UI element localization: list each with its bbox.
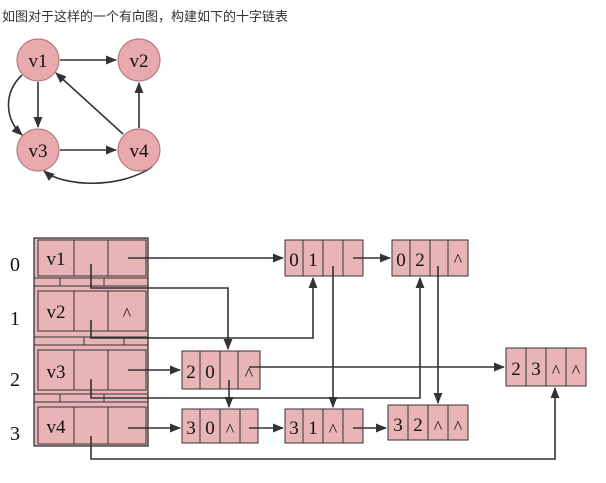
- directed-graph: v1 v2 v3 v4: [7, 38, 161, 184]
- svg-text:2: 2: [413, 415, 423, 436]
- vertex-v4-firstout-cell: [107, 406, 147, 445]
- arc-node-0-2: 0 2 ^: [391, 239, 469, 277]
- svg-text:v1: v1: [29, 51, 48, 72]
- graph-node-v2: v2: [117, 38, 161, 82]
- svg-text:1: 1: [308, 418, 318, 439]
- svg-text:1: 1: [308, 250, 318, 271]
- vertex-v1-label: v1: [47, 249, 66, 270]
- svg-text:0: 0: [205, 362, 215, 383]
- graph-node-v3: v3: [16, 128, 60, 172]
- graph-node-v1: v1: [16, 38, 60, 82]
- graph-node-v4: v4: [117, 128, 161, 172]
- svg-text:^: ^: [329, 420, 338, 440]
- row-index-0: 0: [10, 254, 20, 276]
- svg-text:v2: v2: [130, 51, 149, 72]
- arc-node-2-3: 2 3 ^ ^: [505, 347, 587, 387]
- row-indices: 0 1 2 3: [10, 254, 20, 445]
- graph-edge-v3-v1: [7, 74, 23, 136]
- svg-text:0: 0: [396, 250, 406, 271]
- svg-text:^: ^: [226, 420, 235, 440]
- row-index-3: 3: [10, 423, 20, 445]
- row-index-1: 1: [10, 308, 20, 330]
- vertex-v2-firstout-null: ^: [123, 304, 132, 324]
- svg-text:v3: v3: [29, 141, 48, 162]
- svg-text:3: 3: [186, 418, 196, 439]
- svg-text:^: ^: [434, 417, 443, 437]
- svg-text:2: 2: [511, 359, 521, 380]
- vertex-v2-label: v2: [47, 302, 66, 323]
- svg-text:3: 3: [289, 418, 299, 439]
- arc-node-3-2: 3 2 ^ ^: [387, 404, 469, 441]
- row-index-2: 2: [10, 369, 20, 391]
- svg-text:2: 2: [186, 362, 196, 383]
- svg-text:3: 3: [531, 359, 541, 380]
- vertex-v4-label: v4: [47, 417, 67, 438]
- svg-text:3: 3: [393, 415, 403, 436]
- vertex-v3-label: v3: [47, 362, 66, 383]
- arc-node-3-0: 3 0 ^: [181, 408, 259, 444]
- arc-node-3-1: 3 1 ^: [284, 408, 364, 444]
- svg-text:0: 0: [289, 250, 299, 271]
- svg-text:^: ^: [454, 250, 463, 270]
- svg-text:^: ^: [454, 417, 463, 437]
- diagram-canvas: v1 v2 v3 v4 0 1 2 3 v1 v2 ^ v3 v4 0 1 0 …: [7, 38, 587, 460]
- graph-edge-v4-v1: [55, 72, 124, 135]
- svg-text:2: 2: [415, 250, 425, 271]
- svg-text:v4: v4: [130, 141, 150, 162]
- svg-text:0: 0: [205, 418, 215, 439]
- arc-node-2-0: 2 0 ^: [181, 350, 261, 390]
- arc-node-0-1: 0 1: [284, 239, 364, 277]
- svg-text:^: ^: [572, 361, 581, 381]
- svg-text:^: ^: [552, 361, 561, 381]
